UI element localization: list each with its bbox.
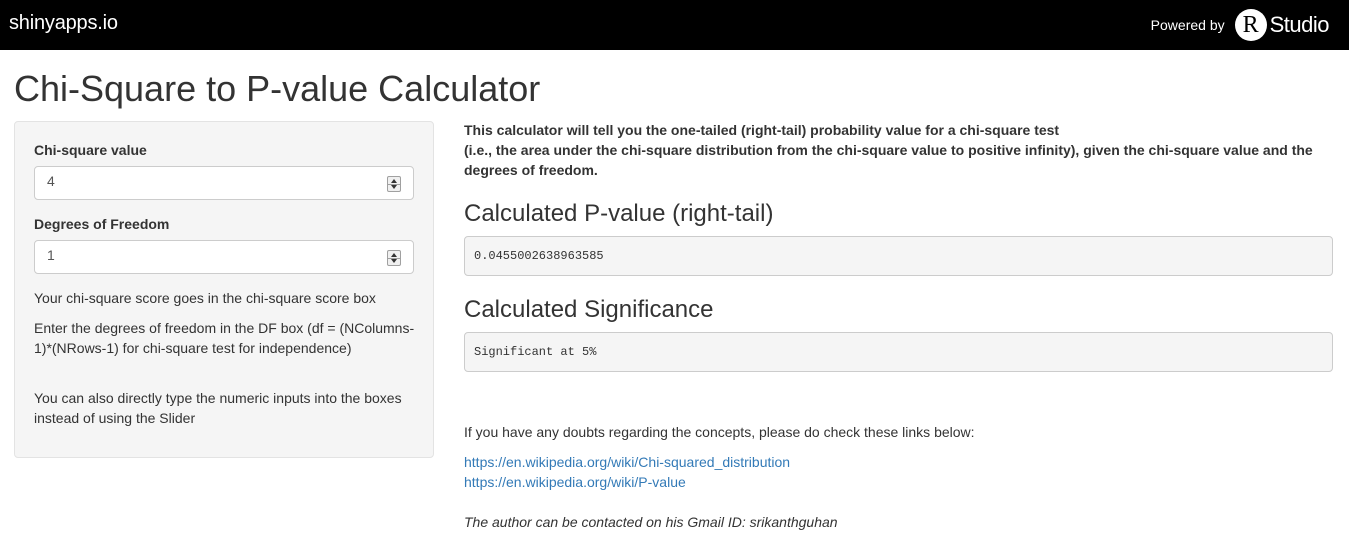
description-line-2: (i.e., the area under the chi-square dis… — [464, 142, 1313, 178]
spin-down-icon[interactable] — [391, 185, 397, 189]
spin-up-icon[interactable] — [391, 179, 397, 183]
pvalue-output: 0.0455002638963585 — [464, 236, 1333, 276]
top-navbar: shinyapps.io Powered by R Studio — [0, 0, 1349, 50]
chi-squared-distribution-link[interactable]: https://en.wikipedia.org/wiki/Chi-square… — [464, 454, 790, 470]
rstudio-logo-text: Studio — [1269, 12, 1330, 37]
help-text-chi-square: Your chi-square score goes in the chi-sq… — [34, 290, 376, 306]
degrees-of-freedom-input[interactable]: 1 — [34, 240, 414, 274]
help-text-degrees-of-freedom: Enter the degrees of freedom in the DF b… — [34, 320, 415, 356]
author-contact: The author can be contacted on his Gmail… — [464, 514, 838, 530]
degrees-of-freedom-spinner[interactable] — [387, 250, 401, 266]
powered-by-rstudio[interactable]: Powered by R Studio — [1150, 7, 1330, 43]
degrees-of-freedom-input-value: 1 — [47, 247, 55, 263]
description-line-1: This calculator will tell you the one-ta… — [464, 122, 1060, 138]
calculator-description: This calculator will tell you the one-ta… — [464, 120, 1334, 180]
significance-heading: Calculated Significance — [464, 296, 714, 323]
sidebar-panel: Chi-square value 4 Degrees of Freedom 1 … — [14, 121, 434, 458]
help-text-direct-input: You can also directly type the numeric i… — [34, 390, 402, 426]
chi-square-input[interactable]: 4 — [34, 166, 414, 200]
p-value-link[interactable]: https://en.wikipedia.org/wiki/P-value — [464, 474, 686, 490]
page-title: Chi-Square to P-value Calculator — [14, 68, 541, 109]
spin-down-icon[interactable] — [391, 259, 397, 263]
pvalue-heading: Calculated P-value (right-tail) — [464, 200, 774, 227]
chi-square-spinner[interactable] — [387, 176, 401, 192]
chi-square-input-value: 4 — [47, 173, 55, 189]
chi-square-label: Chi-square value — [34, 142, 147, 158]
powered-by-label: Powered by — [1150, 17, 1225, 33]
brand-link[interactable]: shinyapps.io — [9, 12, 118, 35]
significance-output: Significant at 5% — [464, 332, 1333, 372]
doubts-text: If you have any doubts regarding the con… — [464, 424, 975, 440]
rstudio-r-logo-icon: R — [1234, 9, 1267, 41]
degrees-of-freedom-label: Degrees of Freedom — [34, 216, 170, 232]
spin-up-icon[interactable] — [391, 253, 397, 257]
